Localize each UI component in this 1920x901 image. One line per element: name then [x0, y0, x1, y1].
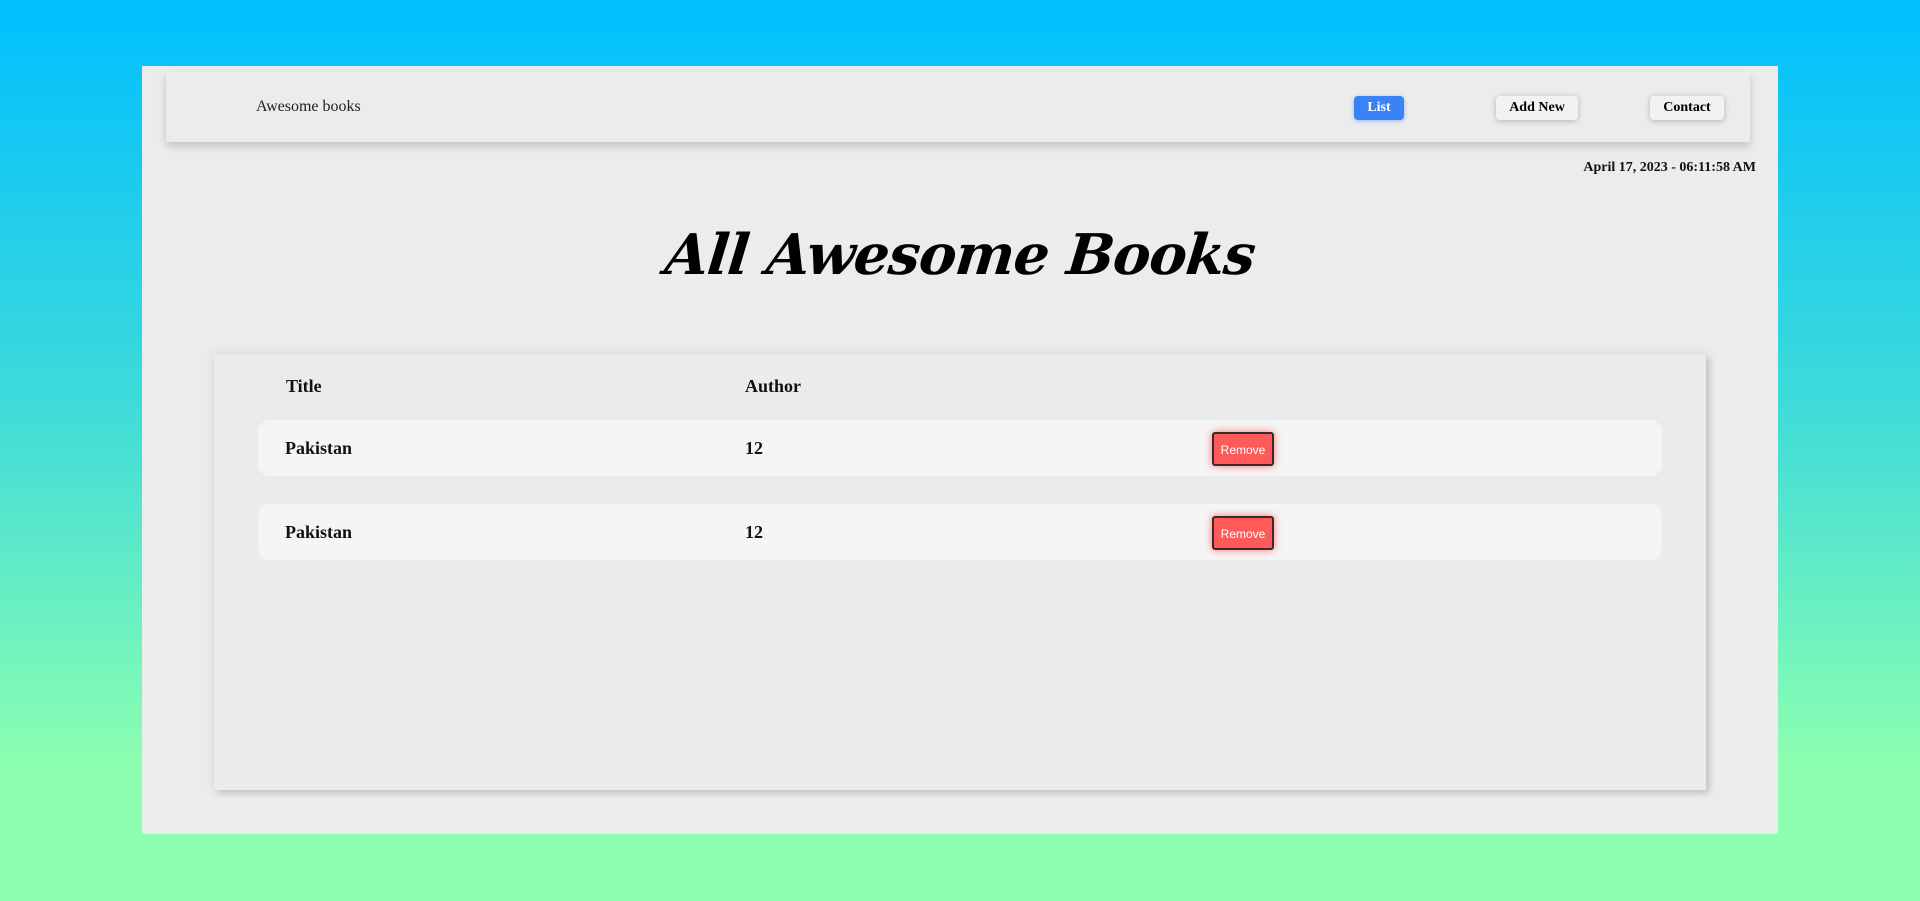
nav-add-new-link[interactable]: Add New [1496, 96, 1578, 120]
remove-book-button[interactable]: Remove [1212, 516, 1274, 550]
book-title: Pakistan [285, 522, 353, 542]
book-title: Pakistan [285, 438, 353, 458]
nav-contact-link[interactable]: Contact [1650, 96, 1724, 120]
column-header-author: Author [745, 376, 802, 396]
app-frame: Awesome books List Add New Contact April… [142, 66, 1778, 834]
page-title: All Awesome Books [661, 222, 1259, 288]
books-list-panel: Title Author Pakistan 12 Remove Pakistan… [214, 354, 1706, 790]
book-row: Pakistan 12 Remove [258, 420, 1662, 476]
current-datetime: April 17, 2023 - 06:11:58 AM [1583, 160, 1756, 175]
column-header-title: Title [286, 376, 322, 396]
nav-list-link[interactable]: List [1354, 96, 1404, 120]
book-row: Pakistan 12 Remove [258, 504, 1662, 560]
brand-logo-text[interactable]: Awesome books [256, 72, 361, 142]
remove-book-button[interactable]: Remove [1212, 432, 1274, 466]
book-author: 12 [745, 522, 763, 542]
book-author: 12 [745, 438, 763, 458]
navbar: Awesome books List Add New Contact [166, 72, 1750, 142]
